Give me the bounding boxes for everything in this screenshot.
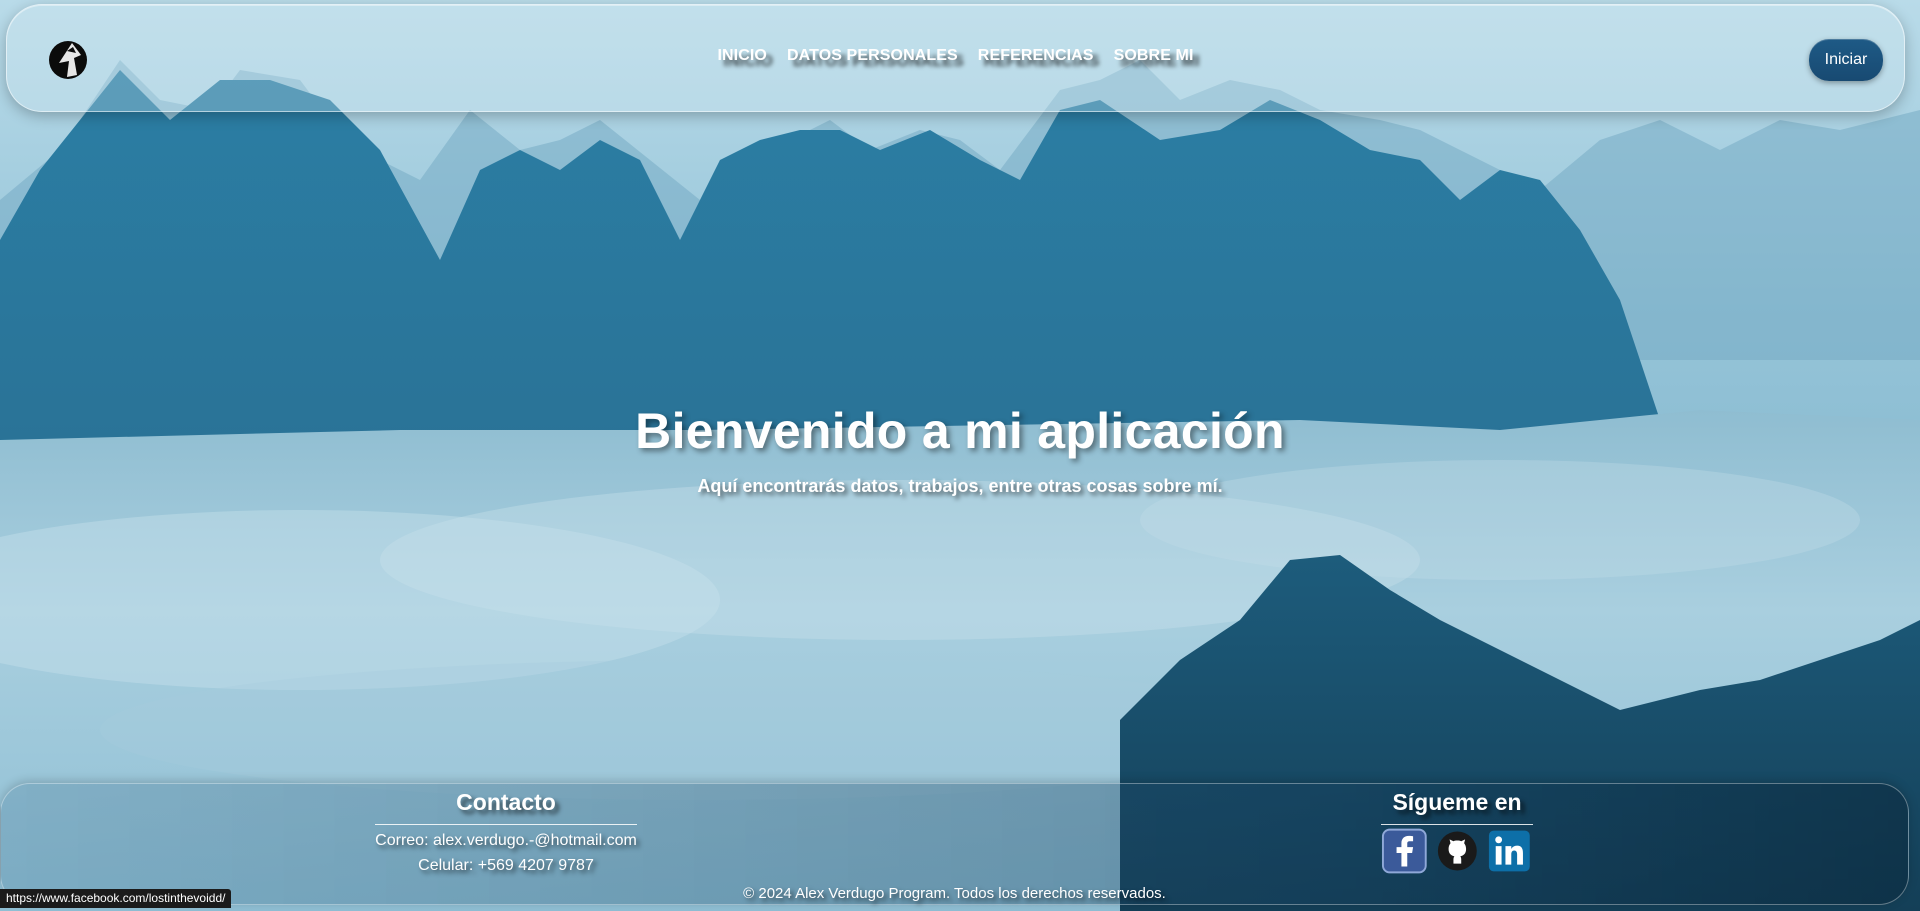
contact-section: Contacto Correo: alex.verdugo.-@hotmail.… xyxy=(375,789,637,878)
social-title: Sígueme en xyxy=(1381,789,1533,825)
social-section: Sígueme en xyxy=(1381,789,1533,875)
contact-email: Correo: alex.verdugo.-@hotmail.com xyxy=(375,832,637,849)
footer: Contacto Correo: alex.verdugo.-@hotmail.… xyxy=(0,783,1909,905)
nav-referencias[interactable]: REFERENCIAS xyxy=(978,47,1094,65)
copyright: © 2024 Alex Verdugo Program. Todos los d… xyxy=(743,885,1166,902)
github-icon[interactable] xyxy=(1434,827,1481,875)
link-status-bar: https://www.facebook.com/lostinthevoidd/ xyxy=(0,889,232,908)
nav-datos-personales[interactable]: DATOS PERSONALES xyxy=(787,47,958,65)
contact-title: Contacto xyxy=(375,789,637,825)
hero-title: Bienvenido a mi aplicación xyxy=(635,403,1285,459)
navbar: INICIO DATOS PERSONALES REFERENCIAS SOBR… xyxy=(6,4,1905,112)
facebook-icon[interactable] xyxy=(1381,827,1428,875)
nav-sobre-mi[interactable]: SOBRE MI xyxy=(1114,47,1194,65)
hero: Bienvenido a mi aplicación Aquí encontra… xyxy=(0,402,1920,497)
contact-phone: Celular: +569 4207 9787 xyxy=(418,857,594,874)
linkedin-icon[interactable] xyxy=(1486,827,1533,875)
hero-subtitle: Aquí encontrarás datos, trabajos, entre … xyxy=(697,476,1223,496)
nav-inicio[interactable]: INICIO xyxy=(717,47,767,65)
login-button[interactable]: Iniciar xyxy=(1809,39,1883,81)
social-links xyxy=(1381,827,1533,875)
main-nav: INICIO DATOS PERSONALES REFERENCIAS SOBR… xyxy=(7,47,1904,65)
